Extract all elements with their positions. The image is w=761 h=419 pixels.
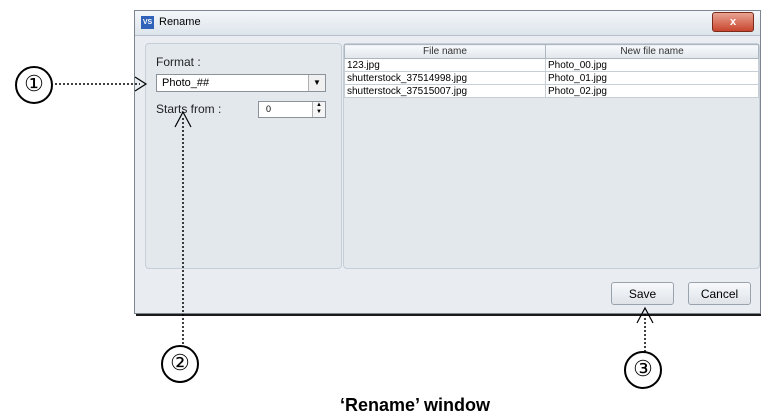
callout-1: ① (15, 66, 53, 104)
callout-2: ② (161, 345, 199, 383)
figure-caption: ‘Rename’ window (340, 395, 491, 415)
callout-3: ③ (624, 351, 662, 389)
